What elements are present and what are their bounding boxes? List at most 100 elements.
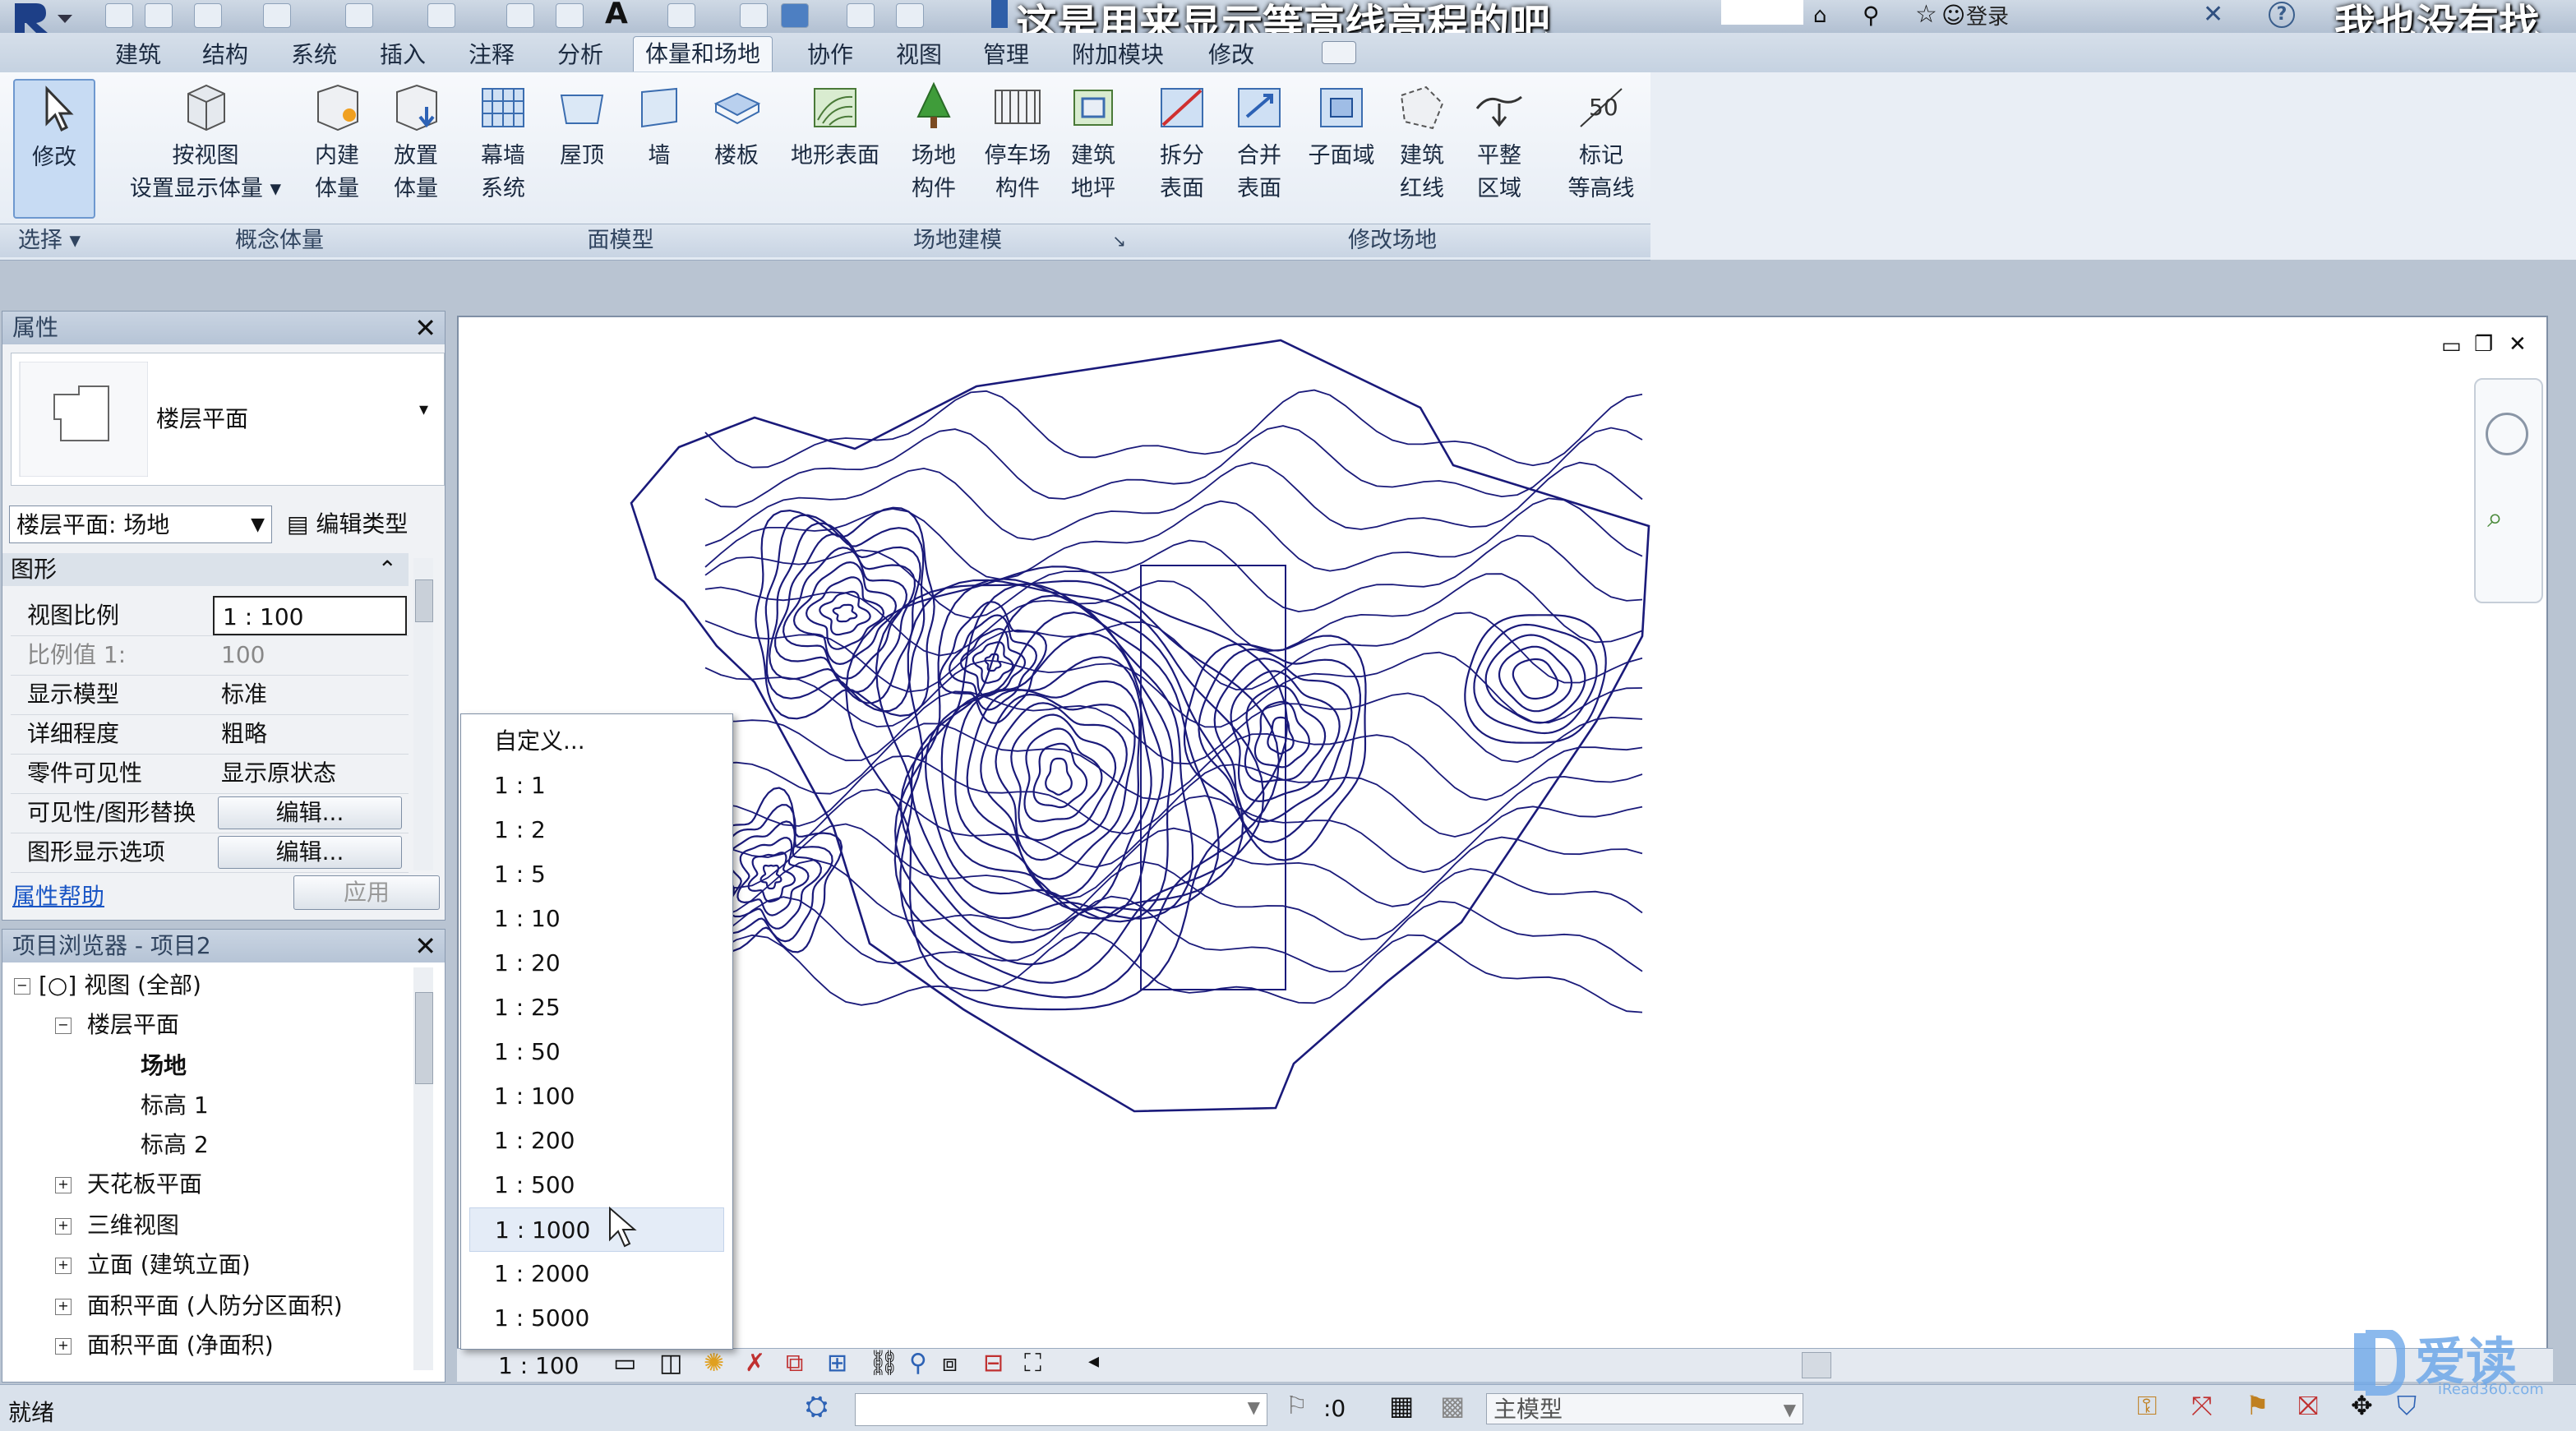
sun-path-icon[interactable]: ✺ xyxy=(704,1349,724,1378)
section-icon[interactable] xyxy=(740,3,768,28)
visual-style-icon[interactable]: ◫ xyxy=(659,1349,682,1378)
view-scale-button[interactable]: 1 : 100 xyxy=(498,1352,579,1379)
scale-option[interactable]: 1 : 25 xyxy=(494,986,716,1030)
site-modeling-panel-label[interactable]: 场地建模 ↘ xyxy=(781,224,1135,257)
select-underlay-icon[interactable]: ⤧ xyxy=(2191,1390,2213,1422)
scroll-left-icon[interactable]: ◂ xyxy=(1088,1349,1099,1373)
dialog-launcher-icon[interactable]: ↘ xyxy=(1112,224,1126,257)
open-icon[interactable] xyxy=(105,3,133,28)
properties-help-link[interactable]: 属性帮助 xyxy=(12,879,104,912)
horizontal-scroll-thumb[interactable] xyxy=(1802,1352,1831,1378)
tab-manage[interactable]: 管理 xyxy=(972,38,1041,72)
show-mass-button[interactable]: 按视图 设置显示体量 ▾ xyxy=(123,79,288,205)
collapse-icon[interactable]: − xyxy=(14,978,30,995)
exchange-icon[interactable]: ✕ xyxy=(2203,0,2223,29)
tree-elevations[interactable]: + 立面 (建筑立面) xyxy=(55,1245,251,1285)
infocenter-icon[interactable]: ⌂ xyxy=(1813,3,1827,28)
tree-views-all[interactable]: − [○] 视图 (全部) xyxy=(14,966,201,1005)
label-contours-button[interactable]: 50 标记 等高线 xyxy=(1562,79,1641,205)
tab-insert[interactable]: 插入 xyxy=(368,38,437,72)
tab-view[interactable]: 视图 xyxy=(884,38,953,72)
tab-architecture[interactable]: 建筑 xyxy=(104,38,173,72)
split-surface-button[interactable]: 拆分 表面 xyxy=(1149,79,1215,205)
curtain-system-button[interactable]: 幕墙 系统 xyxy=(470,79,536,205)
dimension-icon[interactable] xyxy=(506,3,534,28)
minimize-view-icon[interactable]: ▭ xyxy=(2441,334,2462,358)
reveal-hidden-icon[interactable]: ⚲ xyxy=(909,1349,927,1378)
tree-area-plans-net[interactable]: + 面积平面 (净面积) xyxy=(55,1326,274,1365)
tree-site-plan[interactable]: 场地 xyxy=(141,1046,187,1086)
instance-filter-select[interactable]: 楼层平面: 场地 ▼ xyxy=(9,505,272,543)
design-option-selector[interactable]: 主模型 ▼ xyxy=(1486,1393,1803,1424)
tag-icon[interactable] xyxy=(556,3,584,28)
tree-floor-plans[interactable]: − 楼层平面 xyxy=(55,1005,179,1045)
temp-view-properties-icon[interactable]: ⧈ xyxy=(942,1349,958,1378)
scale-option[interactable]: 1 : 200 xyxy=(494,1119,716,1163)
worksets-icon[interactable]: ⛭ xyxy=(806,1390,828,1423)
drawing-area[interactable]: ▭ ❐ ✕ ⌕ xyxy=(457,316,2548,1351)
save-icon[interactable] xyxy=(145,3,173,28)
design-options-icon[interactable]: ▩ xyxy=(1440,1390,1465,1421)
edit-type-button[interactable]: ▤ 编辑类型 xyxy=(287,505,408,543)
tree-ceiling-plans[interactable]: + 天花板平面 xyxy=(55,1165,202,1204)
expand-icon[interactable]: + xyxy=(55,1258,72,1274)
select-links-icon[interactable]: ⚿ xyxy=(2137,1390,2157,1422)
view-scale-field[interactable]: 1 : 100 xyxy=(213,596,407,635)
expand-icon[interactable]: + xyxy=(55,1177,72,1193)
modify-button[interactable]: 修改 xyxy=(13,79,95,219)
tab-annotate[interactable]: 注释 xyxy=(457,38,526,72)
display-model-field[interactable]: 标准 xyxy=(213,675,407,714)
crop-view-icon[interactable]: ⧉ xyxy=(786,1349,803,1378)
favorites-icon[interactable]: ☆ xyxy=(1915,0,1937,29)
merge-surface-button[interactable]: 合并 表面 xyxy=(1226,79,1292,205)
highlight-displacement-icon[interactable]: ⛶ xyxy=(1024,1349,1041,1378)
search-box[interactable] xyxy=(1721,0,1803,25)
scale-option[interactable]: 1 : 5 xyxy=(494,852,716,897)
expand-icon[interactable]: + xyxy=(55,1218,72,1235)
restore-view-icon[interactable]: ❐ xyxy=(2474,332,2493,357)
collapse-icon[interactable]: − xyxy=(55,1018,72,1034)
tab-massing-site[interactable]: 体量和场地 xyxy=(633,36,773,72)
show-crop-icon[interactable]: ⊞ xyxy=(827,1349,847,1378)
switch-windows-icon[interactable] xyxy=(896,3,924,28)
filter-icon[interactable]: ⚐ xyxy=(1286,1392,1308,1420)
subregion-button[interactable]: 子面域 xyxy=(1300,79,1383,173)
expand-icon[interactable]: + xyxy=(55,1338,72,1355)
toposurface-button[interactable]: 地形表面 xyxy=(786,79,884,173)
scale-option[interactable]: 1 : 1 xyxy=(494,764,716,808)
scale-option-current[interactable]: 1 : 100 xyxy=(494,1074,716,1119)
select-panel-label[interactable]: 选择 ▾ xyxy=(0,224,99,257)
floor-button[interactable]: 楼板 xyxy=(704,79,769,173)
sync-icon[interactable] xyxy=(194,3,222,28)
building-pad-button[interactable]: 建筑 地坪 xyxy=(1060,79,1126,205)
editable-only-icon[interactable]: ▦ xyxy=(1389,1390,1414,1421)
tab-addins[interactable]: 附加模块 xyxy=(1060,38,1175,72)
close-browser-icon[interactable]: ✕ xyxy=(414,930,436,962)
undo-icon[interactable] xyxy=(263,3,291,28)
scroll-thumb[interactable] xyxy=(415,579,433,622)
place-mass-button[interactable]: 放置 体量 xyxy=(383,79,449,205)
site-contour-drawing[interactable] xyxy=(459,317,2546,1350)
tree-level-1[interactable]: 标高 1 xyxy=(141,1086,209,1125)
tree-3d-views[interactable]: + 三维视图 xyxy=(55,1206,179,1245)
vg-edit-button[interactable]: 编辑... xyxy=(218,796,402,829)
graded-region-button[interactable]: 平整 区域 xyxy=(1466,79,1532,205)
wall-button[interactable]: 墙 xyxy=(626,79,692,173)
analytical-model-icon[interactable]: ⊟ xyxy=(983,1349,1004,1378)
graphic-display-edit-button[interactable]: 编辑... xyxy=(218,836,402,869)
detail-level-field[interactable]: 粗略 xyxy=(213,714,407,754)
scale-option[interactable]: 1 : 10 xyxy=(494,897,716,941)
property-line-button[interactable]: 建筑 红线 xyxy=(1389,79,1455,205)
scale-option-custom[interactable]: 自定义... xyxy=(494,719,716,764)
close-hidden-icon[interactable] xyxy=(847,3,875,28)
help-icon[interactable]: ? xyxy=(2269,2,2295,28)
roof-button[interactable]: 屋顶 xyxy=(549,79,615,173)
apply-button[interactable]: 应用 xyxy=(293,875,440,910)
tab-collaborate[interactable]: 协作 xyxy=(796,38,865,72)
parking-component-button[interactable]: 停车场 构件 xyxy=(975,79,1060,205)
ribbon-minimize-icon[interactable] xyxy=(1322,41,1356,64)
detail-level-icon[interactable]: ▭ xyxy=(613,1349,636,1378)
parts-visibility-field[interactable]: 显示原状态 xyxy=(213,754,407,793)
tab-modify[interactable]: 修改 xyxy=(1197,38,1266,72)
scroll-thumb[interactable] xyxy=(415,992,433,1084)
